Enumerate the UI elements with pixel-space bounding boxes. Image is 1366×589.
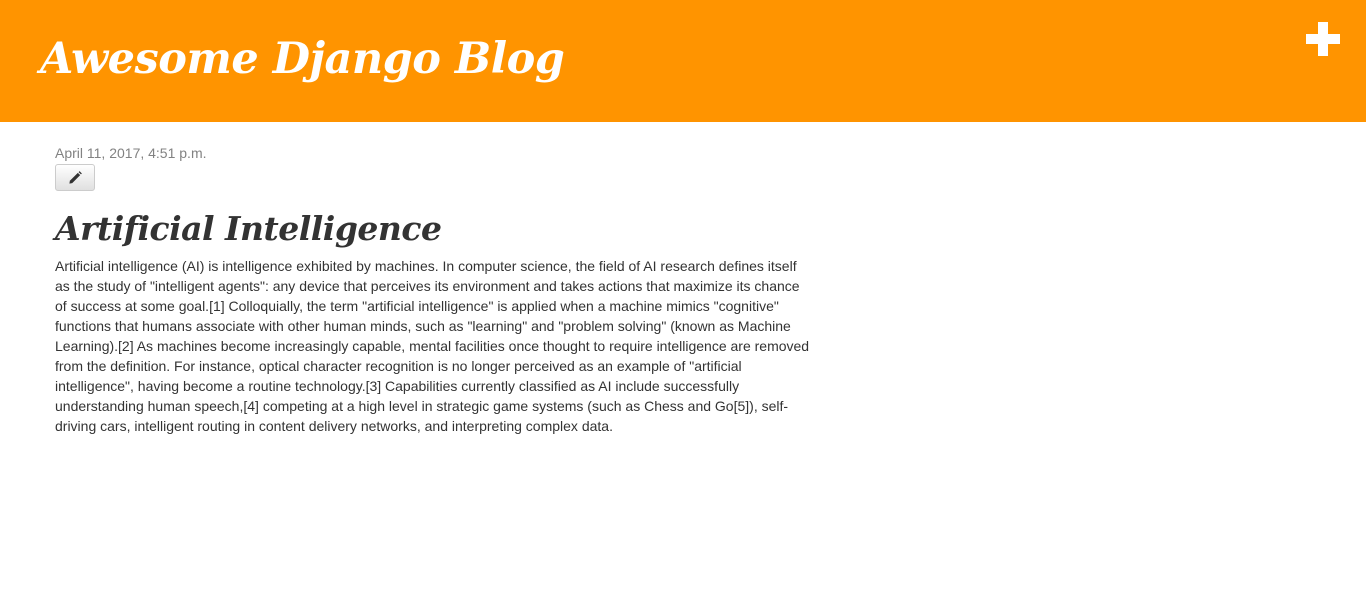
add-post-button[interactable] bbox=[1306, 22, 1340, 56]
post-date: April 11, 2017, 4:51 p.m. bbox=[55, 145, 207, 161]
post-body: Artificial intelligence (AI) is intellig… bbox=[55, 258, 810, 434]
site-title-link[interactable]: Awesome Django Blog bbox=[40, 38, 565, 81]
post-container: April 11, 2017, 4:51 p.m. Artificial Int… bbox=[55, 145, 815, 436]
plus-icon bbox=[1306, 22, 1340, 56]
page-header: Awesome Django Blog bbox=[0, 0, 1366, 122]
pencil-icon bbox=[68, 170, 83, 185]
edit-post-button[interactable] bbox=[55, 164, 95, 191]
post-title: Artificial Intelligence bbox=[55, 209, 442, 248]
